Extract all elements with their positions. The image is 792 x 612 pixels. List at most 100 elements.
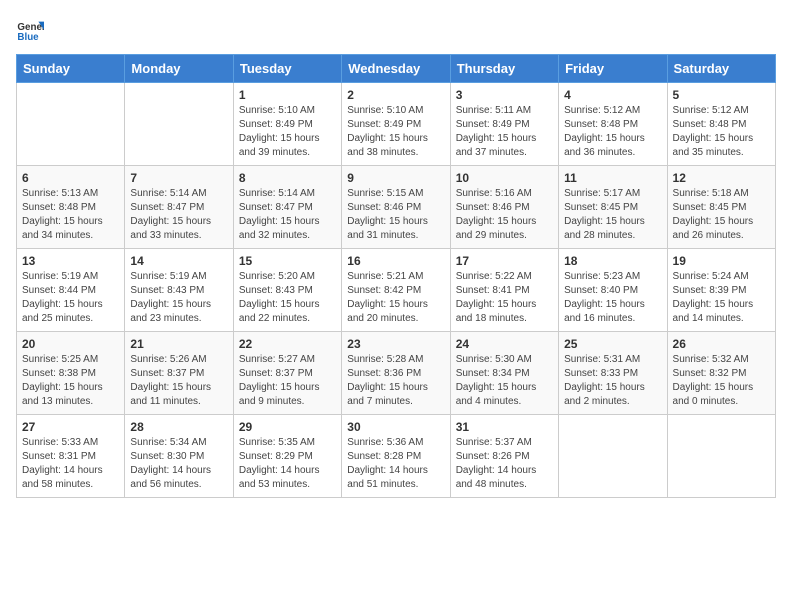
day-info: Sunrise: 5:16 AM Sunset: 8:46 PM Dayligh… xyxy=(456,187,553,243)
day-number: 13 xyxy=(22,254,119,268)
day-header-tuesday: Tuesday xyxy=(233,55,341,83)
day-number: 26 xyxy=(673,337,770,351)
day-info: Sunrise: 5:23 AM Sunset: 8:40 PM Dayligh… xyxy=(564,270,661,326)
calendar-cell: 1Sunrise: 5:10 AM Sunset: 8:49 PM Daylig… xyxy=(233,83,341,166)
day-number: 17 xyxy=(456,254,553,268)
calendar-cell: 23 Sunrise: 5:28 AM Sunset: 8:36 PM Dayli… xyxy=(342,332,450,415)
calendar-cell: 21 Sunrise: 5:26 AM Sunset: 8:37 PM Dayli… xyxy=(125,332,233,415)
day-info: Sunrise: 5:37 AM Sunset: 8:26 PM Dayligh… xyxy=(456,436,553,492)
calendar-cell: 31 Sunrise: 5:37 AM Sunset: 8:26 PM Dayli… xyxy=(450,415,558,498)
calendar-week-3: 13 Sunrise: 5:19 AM Sunset: 8:44 PM Dayli… xyxy=(17,249,776,332)
day-info: Sunrise: 5:20 AM Sunset: 8:43 PM Dayligh… xyxy=(239,270,336,326)
day-number: 3 xyxy=(456,88,553,102)
day-info: Sunrise: 5:13 AM Sunset: 8:48 PM Dayligh… xyxy=(22,187,119,243)
day-number: 2 xyxy=(347,88,444,102)
day-info: Sunrise: 5:34 AM Sunset: 8:30 PM Dayligh… xyxy=(130,436,227,492)
day-header-wednesday: Wednesday xyxy=(342,55,450,83)
day-info: Sunrise: 5:30 AM Sunset: 8:34 PM Dayligh… xyxy=(456,353,553,409)
day-info: Sunrise: 5:19 AM Sunset: 8:44 PM Dayligh… xyxy=(22,270,119,326)
logo: General Blue xyxy=(16,16,44,44)
day-number: 19 xyxy=(673,254,770,268)
day-number: 4 xyxy=(564,88,661,102)
calendar-cell: 4 Sunrise: 5:12 AM Sunset: 8:48 PM Daylig… xyxy=(559,83,667,166)
day-number: 30 xyxy=(347,420,444,434)
calendar-cell: 18 Sunrise: 5:23 AM Sunset: 8:40 PM Dayli… xyxy=(559,249,667,332)
calendar-cell xyxy=(667,415,775,498)
day-number: 1 xyxy=(239,88,336,102)
day-number: 15 xyxy=(239,254,336,268)
calendar-cell: 22 Sunrise: 5:27 AM Sunset: 8:37 PM Dayli… xyxy=(233,332,341,415)
calendar-cell: 11 Sunrise: 5:17 AM Sunset: 8:45 PM Dayli… xyxy=(559,166,667,249)
day-number: 6 xyxy=(22,171,119,185)
day-info: Sunrise: 5:17 AM Sunset: 8:45 PM Dayligh… xyxy=(564,187,661,243)
calendar-cell: 20Sunrise: 5:25 AM Sunset: 8:38 PM Dayli… xyxy=(17,332,125,415)
calendar-cell: 8 Sunrise: 5:14 AM Sunset: 8:47 PM Daylig… xyxy=(233,166,341,249)
day-number: 27 xyxy=(22,420,119,434)
calendar-cell: 10 Sunrise: 5:16 AM Sunset: 8:46 PM Dayli… xyxy=(450,166,558,249)
day-info: Sunrise: 5:28 AM Sunset: 8:36 PM Dayligh… xyxy=(347,353,444,409)
day-info: Sunrise: 5:14 AM Sunset: 8:47 PM Dayligh… xyxy=(239,187,336,243)
day-number: 22 xyxy=(239,337,336,351)
day-number: 11 xyxy=(564,171,661,185)
day-header-friday: Friday xyxy=(559,55,667,83)
day-header-monday: Monday xyxy=(125,55,233,83)
calendar-cell: 27Sunrise: 5:33 AM Sunset: 8:31 PM Dayli… xyxy=(17,415,125,498)
day-info: Sunrise: 5:26 AM Sunset: 8:37 PM Dayligh… xyxy=(130,353,227,409)
day-number: 25 xyxy=(564,337,661,351)
day-number: 8 xyxy=(239,171,336,185)
calendar-cell: 16 Sunrise: 5:21 AM Sunset: 8:42 PM Dayli… xyxy=(342,249,450,332)
day-number: 28 xyxy=(130,420,227,434)
day-number: 21 xyxy=(130,337,227,351)
day-info: Sunrise: 5:10 AM Sunset: 8:49 PM Dayligh… xyxy=(347,104,444,160)
day-number: 12 xyxy=(673,171,770,185)
day-info: Sunrise: 5:11 AM Sunset: 8:49 PM Dayligh… xyxy=(456,104,553,160)
calendar-cell: 14Sunrise: 5:19 AM Sunset: 8:43 PM Dayli… xyxy=(125,249,233,332)
day-number: 9 xyxy=(347,171,444,185)
day-number: 31 xyxy=(456,420,553,434)
calendar-cell: 30 Sunrise: 5:36 AM Sunset: 8:28 PM Dayli… xyxy=(342,415,450,498)
day-header-saturday: Saturday xyxy=(667,55,775,83)
day-number: 16 xyxy=(347,254,444,268)
day-info: Sunrise: 5:21 AM Sunset: 8:42 PM Dayligh… xyxy=(347,270,444,326)
calendar-cell: 6 Sunrise: 5:13 AM Sunset: 8:48 PM Daylig… xyxy=(17,166,125,249)
day-number: 7 xyxy=(130,171,227,185)
day-number: 10 xyxy=(456,171,553,185)
calendar-week-4: 20Sunrise: 5:25 AM Sunset: 8:38 PM Dayli… xyxy=(17,332,776,415)
day-info: Sunrise: 5:12 AM Sunset: 8:48 PM Dayligh… xyxy=(673,104,770,160)
day-info: Sunrise: 5:27 AM Sunset: 8:37 PM Dayligh… xyxy=(239,353,336,409)
calendar-cell: 13 Sunrise: 5:19 AM Sunset: 8:44 PM Dayli… xyxy=(17,249,125,332)
calendar-header-row: SundayMondayTuesdayWednesdayThursdayFrid… xyxy=(17,55,776,83)
day-info: Sunrise: 5:15 AM Sunset: 8:46 PM Dayligh… xyxy=(347,187,444,243)
day-number: 24 xyxy=(456,337,553,351)
calendar-cell: 17 Sunrise: 5:22 AM Sunset: 8:41 PM Dayli… xyxy=(450,249,558,332)
day-info: Sunrise: 5:25 AM Sunset: 8:38 PM Dayligh… xyxy=(22,353,119,409)
calendar-cell: 9 Sunrise: 5:15 AM Sunset: 8:46 PM Daylig… xyxy=(342,166,450,249)
logo-icon: General Blue xyxy=(16,16,44,44)
day-info: Sunrise: 5:36 AM Sunset: 8:28 PM Dayligh… xyxy=(347,436,444,492)
calendar-cell: 2 Sunrise: 5:10 AM Sunset: 8:49 PM Daylig… xyxy=(342,83,450,166)
calendar-cell: 29 Sunrise: 5:35 AM Sunset: 8:29 PM Dayli… xyxy=(233,415,341,498)
calendar-table: SundayMondayTuesdayWednesdayThursdayFrid… xyxy=(16,54,776,498)
calendar-cell: 24 Sunrise: 5:30 AM Sunset: 8:34 PM Dayli… xyxy=(450,332,558,415)
calendar-cell: 25Sunrise: 5:31 AM Sunset: 8:33 PM Dayli… xyxy=(559,332,667,415)
calendar-cell: 3 Sunrise: 5:11 AM Sunset: 8:49 PM Daylig… xyxy=(450,83,558,166)
day-info: Sunrise: 5:32 AM Sunset: 8:32 PM Dayligh… xyxy=(673,353,770,409)
day-info: Sunrise: 5:18 AM Sunset: 8:45 PM Dayligh… xyxy=(673,187,770,243)
day-header-thursday: Thursday xyxy=(450,55,558,83)
day-info: Sunrise: 5:35 AM Sunset: 8:29 PM Dayligh… xyxy=(239,436,336,492)
day-number: 18 xyxy=(564,254,661,268)
day-info: Sunrise: 5:14 AM Sunset: 8:47 PM Dayligh… xyxy=(130,187,227,243)
svg-text:Blue: Blue xyxy=(17,32,39,43)
day-number: 23 xyxy=(347,337,444,351)
day-info: Sunrise: 5:19 AM Sunset: 8:43 PM Dayligh… xyxy=(130,270,227,326)
calendar-cell: 19Sunrise: 5:24 AM Sunset: 8:39 PM Dayli… xyxy=(667,249,775,332)
day-info: Sunrise: 5:12 AM Sunset: 8:48 PM Dayligh… xyxy=(564,104,661,160)
calendar-cell xyxy=(17,83,125,166)
day-info: Sunrise: 5:22 AM Sunset: 8:41 PM Dayligh… xyxy=(456,270,553,326)
calendar-cell xyxy=(559,415,667,498)
page-header: General Blue xyxy=(16,16,776,44)
calendar-cell: 5Sunrise: 5:12 AM Sunset: 8:48 PM Daylig… xyxy=(667,83,775,166)
calendar-cell: 15 Sunrise: 5:20 AM Sunset: 8:43 PM Dayli… xyxy=(233,249,341,332)
day-header-sunday: Sunday xyxy=(17,55,125,83)
day-number: 29 xyxy=(239,420,336,434)
